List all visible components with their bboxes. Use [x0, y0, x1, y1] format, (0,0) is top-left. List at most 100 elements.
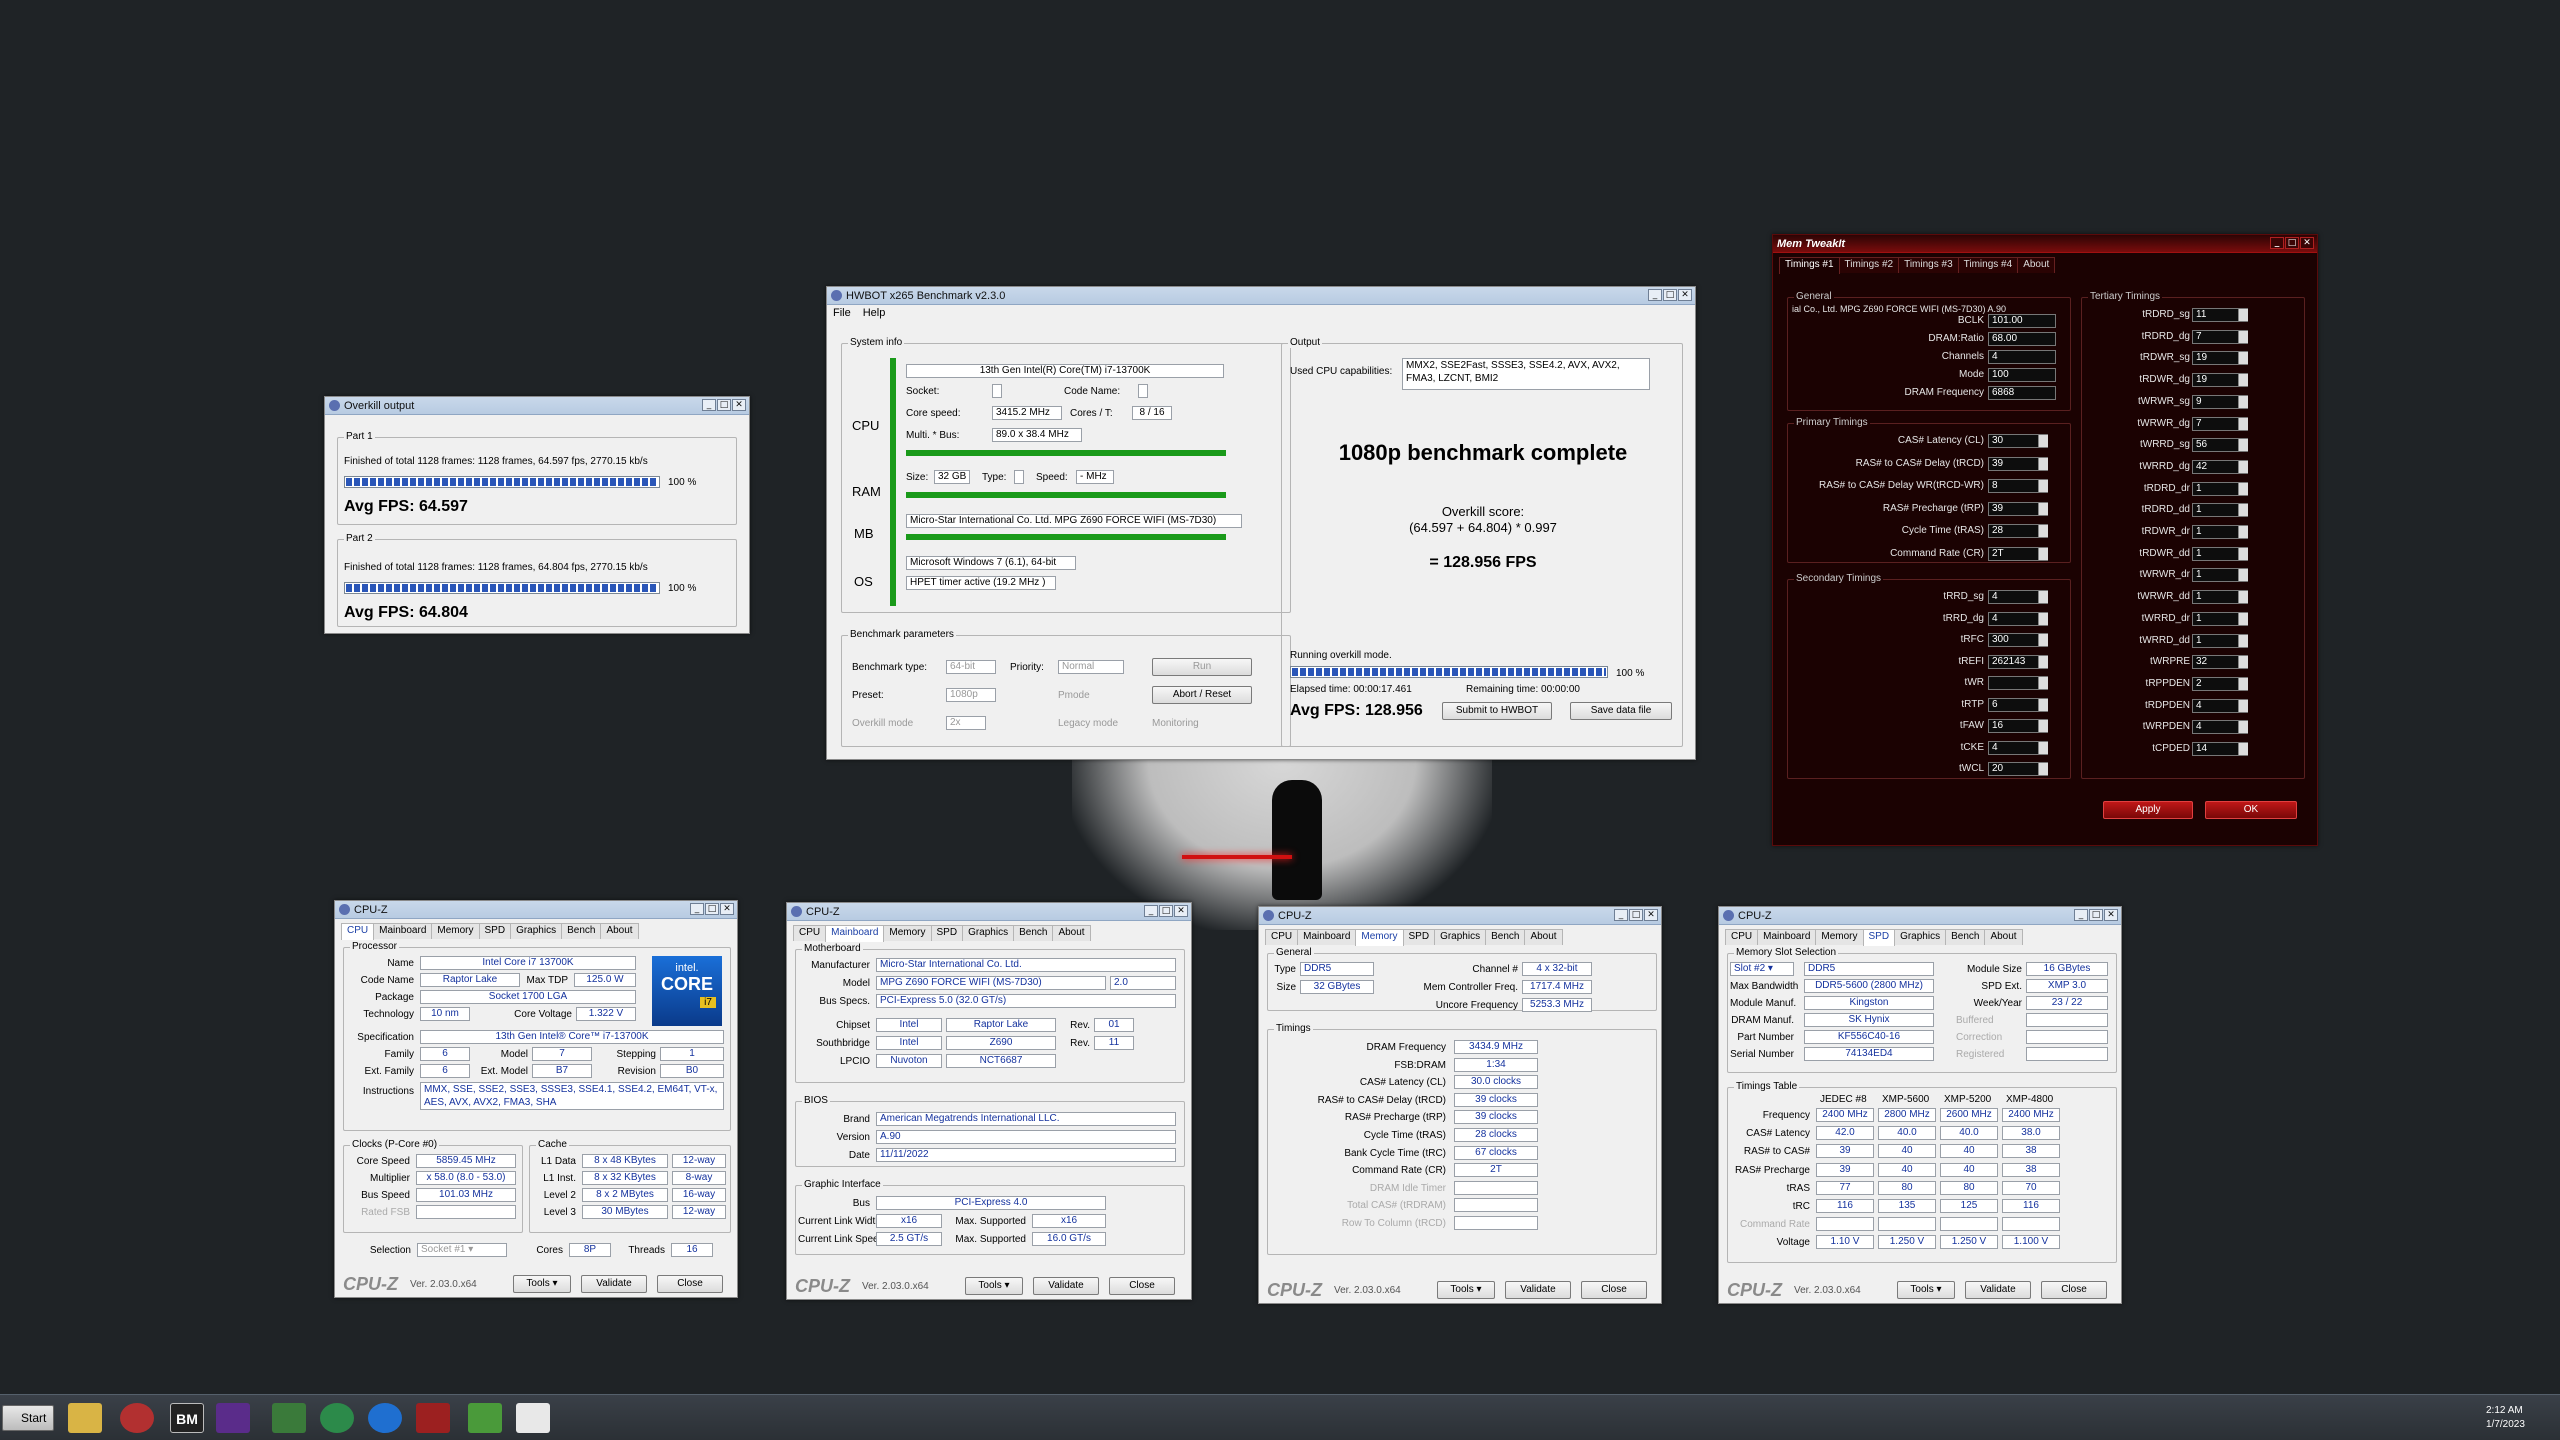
tab-mainboard[interactable]: Mainboard: [825, 925, 885, 942]
dropdown-arrow-icon[interactable]: [2038, 698, 2048, 711]
tab-graphics[interactable]: Graphics: [962, 925, 1015, 941]
tab-mainboard[interactable]: Mainboard: [373, 923, 433, 939]
monitoring-checkbox[interactable]: Monitoring: [1152, 718, 1199, 729]
tab-graphics[interactable]: Graphics: [1894, 929, 1947, 945]
dropdown-arrow-icon[interactable]: [2238, 634, 2248, 647]
maximize-button[interactable]: □: [1159, 905, 1173, 917]
apply-button[interactable]: Apply: [2103, 801, 2193, 819]
xbox-icon[interactable]: [320, 1403, 354, 1433]
dropdown-arrow-icon[interactable]: [2238, 482, 2248, 495]
mt-value-field[interactable]: 6868: [1988, 386, 2056, 400]
dropdown-arrow-icon[interactable]: [2238, 395, 2248, 408]
tab-memory[interactable]: Memory: [1815, 929, 1864, 945]
tab-mainboard[interactable]: Mainboard: [1297, 929, 1357, 945]
dropdown-arrow-icon[interactable]: [2038, 502, 2048, 515]
minimize-button[interactable]: _: [702, 399, 716, 411]
active-app-icon[interactable]: [516, 1403, 550, 1433]
tab-bench[interactable]: Bench: [1945, 929, 1986, 945]
minimize-button[interactable]: _: [2074, 909, 2088, 921]
mt-tab-2[interactable]: Timings #2: [1838, 257, 1900, 273]
tab-cpu[interactable]: CPU: [1265, 929, 1299, 945]
tab-bench[interactable]: Bench: [561, 923, 602, 939]
dropdown-arrow-icon[interactable]: [2038, 634, 2048, 646]
tab-cpu[interactable]: CPU: [1725, 929, 1759, 945]
validate-button[interactable]: Validate: [1033, 1277, 1099, 1295]
gpu-icon[interactable]: [468, 1403, 502, 1433]
explorer-icon[interactable]: [68, 1403, 102, 1433]
maximize-button[interactable]: □: [2089, 909, 2103, 921]
maximize-button[interactable]: □: [1663, 289, 1677, 301]
dropdown-arrow-icon[interactable]: [2238, 352, 2248, 365]
dropdown-arrow-icon[interactable]: [2038, 480, 2048, 492]
tab-about[interactable]: About: [1524, 929, 1563, 945]
dropdown-arrow-icon[interactable]: [2038, 435, 2048, 447]
tray-time[interactable]: 2:12 AM: [2486, 1405, 2523, 1416]
overkill-mult-select[interactable]: 2x: [946, 716, 986, 730]
minimize-button[interactable]: _: [690, 903, 704, 915]
dropdown-arrow-icon[interactable]: [2238, 569, 2248, 582]
mt-tab-1[interactable]: Timings #1: [1779, 257, 1840, 274]
cpuz-taskbar-icon[interactable]: [216, 1403, 250, 1433]
abort-button[interactable]: Abort / Reset: [1152, 686, 1252, 704]
dropdown-arrow-icon[interactable]: [2038, 677, 2048, 689]
dropdown-arrow-icon[interactable]: [2238, 330, 2248, 343]
memtweak-titlebar[interactable]: Mem TweakIt _ □ ✕: [1773, 235, 2317, 253]
validate-button[interactable]: Validate: [1505, 1281, 1571, 1299]
tab-graphics[interactable]: Graphics: [510, 923, 563, 939]
validate-button[interactable]: Validate: [581, 1275, 647, 1293]
priority-select[interactable]: Normal: [1058, 660, 1124, 674]
tab-memory[interactable]: Memory: [431, 923, 480, 939]
cpuz-titlebar[interactable]: CPU-Z _ □ ✕: [787, 903, 1191, 921]
hwbot-taskbar-icon[interactable]: [416, 1403, 450, 1433]
close-button[interactable]: ✕: [1644, 909, 1658, 921]
minimize-button[interactable]: _: [1144, 905, 1158, 917]
dropdown-arrow-icon[interactable]: [2038, 591, 2048, 603]
maximize-button[interactable]: □: [705, 903, 719, 915]
dropdown-arrow-icon[interactable]: [2038, 741, 2048, 754]
close-button[interactable]: ✕: [732, 399, 746, 411]
mt-value-field[interactable]: 68.00: [1988, 332, 2056, 346]
dropdown-arrow-icon[interactable]: [2238, 591, 2248, 604]
save-button[interactable]: Save data file: [1570, 702, 1672, 720]
tab-about[interactable]: About: [1052, 925, 1091, 941]
close-button[interactable]: ✕: [2104, 909, 2118, 921]
dropdown-arrow-icon[interactable]: [2238, 460, 2248, 473]
mt-value-field[interactable]: 101.00: [1988, 314, 2056, 328]
mt-tab-5[interactable]: About: [2017, 257, 2056, 273]
dropdown-arrow-icon[interactable]: [2038, 457, 2048, 470]
dropdown-arrow-icon[interactable]: [2038, 720, 2048, 732]
tab-graphics[interactable]: Graphics: [1434, 929, 1487, 945]
tab-spd[interactable]: SPD: [930, 925, 964, 941]
cpuz-titlebar[interactable]: CPU-Z _ □ ✕: [1259, 907, 1661, 925]
tools-button[interactable]: Tools ▾: [965, 1277, 1023, 1295]
start-button[interactable]: Start: [2, 1405, 54, 1431]
minimize-button[interactable]: _: [1648, 289, 1662, 301]
dropdown-arrow-icon[interactable]: [2238, 699, 2248, 712]
close-button[interactable]: ✕: [1678, 289, 1692, 301]
tools-button[interactable]: Tools ▾: [1437, 1281, 1495, 1299]
validate-button[interactable]: Validate: [1965, 1281, 2031, 1299]
dropdown-arrow-icon[interactable]: [2038, 525, 2048, 537]
mt-tab-4[interactable]: Timings #4: [1957, 257, 2019, 273]
tab-cpu[interactable]: CPU: [793, 925, 827, 941]
close-button[interactable]: ✕: [1174, 905, 1188, 917]
mt-value-field[interactable]: 4: [1988, 350, 2056, 364]
tab-memory[interactable]: Memory: [1355, 929, 1404, 946]
dropdown-arrow-icon[interactable]: [2038, 655, 2048, 668]
tools-button[interactable]: Tools ▾: [1897, 1281, 1955, 1299]
dropdown-arrow-icon[interactable]: [2238, 417, 2248, 430]
cpuz-titlebar[interactable]: CPU-Z _ □ ✕: [335, 901, 737, 919]
overkill-titlebar[interactable]: Overkill output _ □ ✕: [325, 397, 749, 415]
tab-bench[interactable]: Bench: [1013, 925, 1054, 941]
dropdown-arrow-icon[interactable]: [2238, 547, 2248, 560]
dropdown-arrow-icon[interactable]: [2038, 547, 2048, 560]
dropdown-arrow-icon[interactable]: [2238, 721, 2248, 734]
close-button[interactable]: ✕: [2300, 237, 2314, 249]
overkill-mode-checkbox[interactable]: Overkill mode: [852, 718, 913, 729]
hwinfo-icon[interactable]: [120, 1403, 154, 1433]
run-button[interactable]: Run: [1152, 658, 1252, 676]
menu-help[interactable]: Help: [863, 307, 886, 319]
mt-tab-3[interactable]: Timings #3: [1898, 257, 1959, 273]
tab-spd[interactable]: SPD: [1402, 929, 1436, 945]
dropdown-arrow-icon[interactable]: [2238, 656, 2248, 669]
